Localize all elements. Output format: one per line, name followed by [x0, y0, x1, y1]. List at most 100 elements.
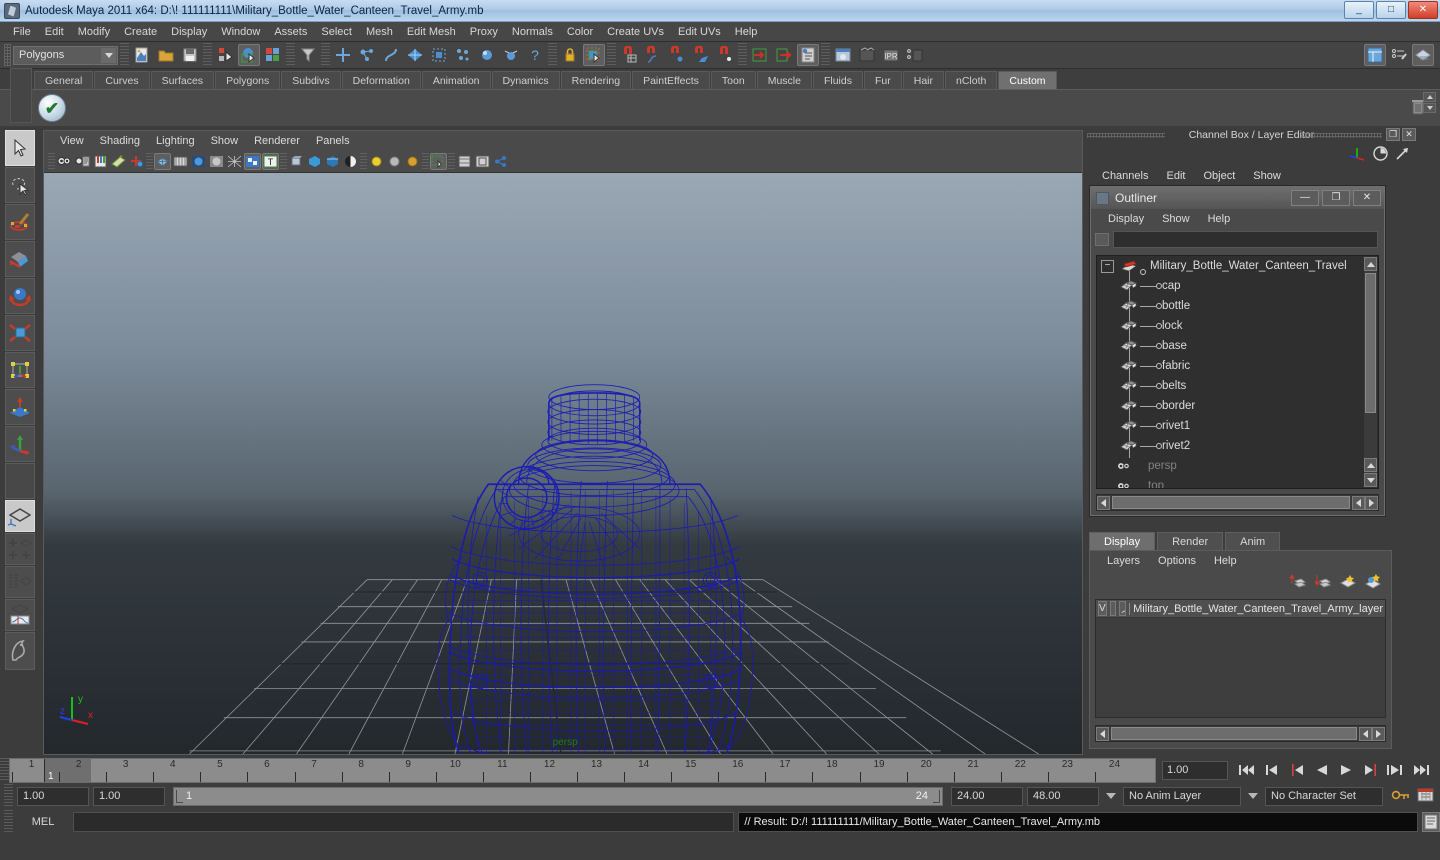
channel-box-toggle-icon[interactable] [1364, 44, 1386, 66]
soft-modification-tool[interactable] [5, 389, 35, 425]
highlight-selection-icon[interactable] [583, 44, 605, 66]
shelf-tab-fur[interactable]: Fur [863, 71, 902, 89]
construction-history-output-icon[interactable] [773, 44, 795, 66]
outliner-minimize-button[interactable]: — [1291, 190, 1319, 206]
shelf-tab-hair[interactable]: Hair [902, 71, 944, 89]
command-language-label[interactable]: MEL [17, 816, 69, 828]
menu-modify[interactable]: Modify [71, 24, 117, 40]
channelbox-menu-edit[interactable]: Edit [1157, 169, 1194, 183]
statusbar-grip[interactable] [4, 44, 11, 66]
select-curve-icon[interactable] [380, 44, 402, 66]
two-d-pan-zoom-icon[interactable] [128, 153, 145, 170]
play-backwards-icon[interactable] [1309, 760, 1334, 781]
panel-grip-right[interactable] [1302, 133, 1382, 138]
layer-scroll-right-icon[interactable] [1372, 726, 1385, 741]
shelf-tab-painteffects[interactable]: PaintEffects [632, 71, 710, 89]
tool-settings-toggle-icon[interactable] [1388, 44, 1410, 66]
outliner-row-lock[interactable]: lock [1097, 316, 1378, 336]
select-handle-icon[interactable] [332, 44, 354, 66]
shadows-icon[interactable] [288, 153, 305, 170]
all-lights-icon[interactable] [404, 153, 421, 170]
isolate-select-icon[interactable] [430, 153, 447, 170]
open-scene-icon[interactable] [155, 44, 177, 66]
command-input[interactable] [73, 812, 735, 832]
outliner-tree[interactable]: − Military_Bottle_Water_Canteen_Travel cap… [1096, 255, 1379, 489]
time-slider-grip[interactable] [0, 758, 9, 782]
outliner-row-cap[interactable]: cap [1097, 276, 1378, 296]
new-layer-from-selected-icon[interactable] [1364, 573, 1382, 592]
construction-history-icon[interactable] [797, 44, 819, 66]
construction-history-input-icon[interactable] [749, 44, 771, 66]
shelf-tab-animation[interactable]: Animation [421, 71, 491, 89]
chevron-down-icon[interactable] [1103, 787, 1119, 806]
attribute-editor-toggle-icon[interactable] [1412, 44, 1434, 66]
select-particle-icon[interactable] [452, 44, 474, 66]
step-forward-key-icon[interactable] [1359, 760, 1384, 781]
lasso-select-tool[interactable] [5, 167, 35, 203]
outliner-row-bottle[interactable]: bottle [1097, 296, 1378, 316]
shelf-tab-rendering[interactable]: Rendering [560, 71, 632, 89]
select-joint-icon[interactable] [476, 44, 498, 66]
smooth-shade-all-icon[interactable] [190, 153, 207, 170]
outliner-vertical-scrollbar[interactable] [1364, 257, 1377, 487]
outliner-row-base[interactable]: base [1097, 336, 1378, 356]
wireframe-icon[interactable] [154, 153, 171, 170]
scroll-thumb[interactable] [1365, 273, 1376, 413]
smooth-shade-icon[interactable] [172, 153, 189, 170]
xray-icon[interactable] [306, 153, 323, 170]
scroll-up-icon-2[interactable] [1364, 458, 1377, 472]
show-manipulator-tool[interactable] [5, 426, 35, 462]
play-forwards-icon[interactable] [1334, 760, 1359, 781]
playback-start-time-field[interactable]: 1.00 [93, 786, 165, 806]
move-layer-down-icon[interactable] [1314, 573, 1332, 592]
paint-selection-tool[interactable] [5, 204, 35, 240]
viewport-menu-lighting[interactable]: Lighting [148, 134, 203, 148]
textured-icon[interactable] [244, 153, 261, 170]
snap-to-point-icon[interactable] [666, 44, 688, 66]
channelbox-menu-show[interactable]: Show [1244, 169, 1290, 183]
shelf-tab-ncloth[interactable]: nCloth [945, 71, 998, 89]
step-back-frame-icon[interactable] [1259, 760, 1284, 781]
shelf-tab-subdivs[interactable]: Subdivs [281, 71, 341, 89]
persp-graph-layout[interactable] [5, 599, 35, 631]
outliner-row-top[interactable]: top [1097, 476, 1378, 488]
film-gate-icon[interactable] [474, 153, 491, 170]
snap-to-curve-icon[interactable] [642, 44, 664, 66]
help-icon[interactable]: ? [524, 44, 546, 66]
scroll-up-icon[interactable] [1364, 257, 1377, 271]
layer-color-swatch[interactable] [1119, 601, 1127, 616]
layer-scroll-left-icon[interactable] [1096, 726, 1109, 741]
bookmark-icon[interactable] [92, 153, 109, 170]
outliner-row-rivet1[interactable]: rivet1 [1097, 416, 1378, 436]
select-surface-icon[interactable] [404, 44, 426, 66]
shelf-scroll-arrows[interactable] [1423, 92, 1436, 113]
outliner-row-belts[interactable]: belts [1097, 376, 1378, 396]
animation-preferences-icon[interactable] [1417, 787, 1434, 805]
outliner-row-rivet2[interactable]: rivet2 [1097, 436, 1378, 456]
image-plane-icon[interactable] [110, 153, 127, 170]
shelf-scroll-down-icon[interactable] [1423, 103, 1436, 113]
go-to-end-icon[interactable] [1409, 760, 1434, 781]
hscroll-thumb[interactable] [1112, 496, 1350, 509]
menu-edit-mesh[interactable]: Edit Mesh [400, 24, 463, 40]
outliner-filter-icon[interactable] [1095, 232, 1109, 246]
select-by-object-icon[interactable] [238, 44, 260, 66]
outliner-horizontal-scrollbar[interactable] [1096, 494, 1379, 511]
range-end-handle[interactable] [933, 789, 940, 803]
minimize-button[interactable]: _ [1344, 1, 1374, 19]
menu-edit-uvs[interactable]: Edit UVs [671, 24, 728, 40]
script-editor-icon[interactable] [1422, 812, 1440, 832]
xray-joints-icon[interactable] [324, 153, 341, 170]
go-to-start-icon[interactable] [1234, 760, 1259, 781]
arrow-icon[interactable] [1395, 146, 1410, 164]
scroll-right-icon[interactable] [1365, 495, 1378, 510]
shelf-tab-dynamics[interactable]: Dynamics [491, 71, 560, 89]
layer-horizontal-scrollbar[interactable] [1095, 725, 1386, 742]
range-slider-grip[interactable] [4, 784, 13, 808]
exposure-icon[interactable] [492, 153, 509, 170]
menu-assets[interactable]: Assets [267, 24, 314, 40]
menu-proxy[interactable]: Proxy [463, 24, 505, 40]
range-slider[interactable]: 1 24 [173, 786, 943, 806]
range-start-handle[interactable] [176, 789, 183, 803]
current-time-field[interactable]: 1.00 [1162, 760, 1228, 780]
